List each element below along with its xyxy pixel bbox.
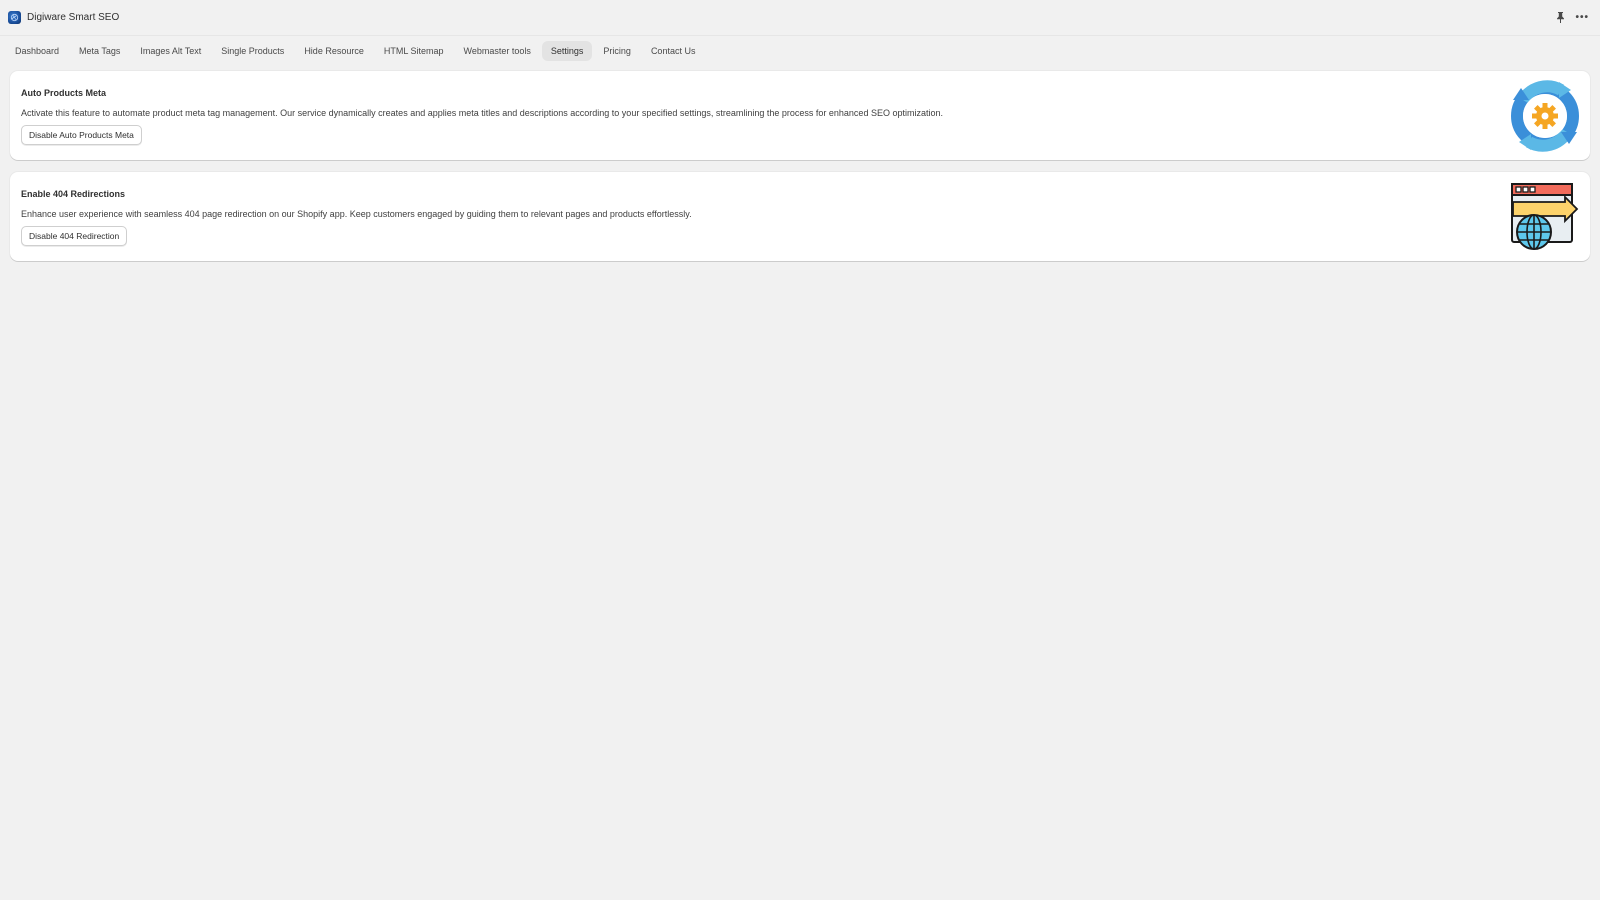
404-redirections-card: Enable 404 Redirections Enhance user exp… bbox=[10, 172, 1590, 261]
tab-settings[interactable]: Settings bbox=[541, 41, 593, 61]
card-description: Enhance user experience with seamless 40… bbox=[21, 209, 692, 219]
tab-hide-resource[interactable]: Hide Resource bbox=[295, 41, 373, 61]
more-icon[interactable]: ••• bbox=[1575, 12, 1589, 23]
app-title: Digiware Smart SEO bbox=[27, 12, 120, 23]
tab-contact-us[interactable]: Contact Us bbox=[642, 41, 705, 61]
tab-html-sitemap[interactable]: HTML Sitemap bbox=[375, 41, 453, 61]
nav-tabs: Dashboard Meta Tags Images Alt Text Sing… bbox=[0, 36, 1600, 66]
card-title: Enable 404 Redirections bbox=[21, 189, 126, 199]
pin-icon[interactable] bbox=[1556, 12, 1565, 23]
card-description: Activate this feature to automate produc… bbox=[21, 108, 943, 118]
card-title: Auto Products Meta bbox=[21, 88, 107, 98]
tab-meta-tags[interactable]: Meta Tags bbox=[70, 41, 129, 61]
tab-webmaster-tools[interactable]: Webmaster tools bbox=[455, 41, 540, 61]
tab-single-products[interactable]: Single Products bbox=[212, 41, 293, 61]
tab-dashboard[interactable]: Dashboard bbox=[6, 41, 68, 61]
browser-redirect-globe-icon bbox=[1509, 181, 1581, 253]
sync-gear-icon bbox=[1509, 80, 1581, 152]
app-logo-icon bbox=[8, 11, 21, 24]
tab-images-alt-text[interactable]: Images Alt Text bbox=[131, 41, 210, 61]
disable-404-redirection-button[interactable]: Disable 404 Redirection bbox=[21, 226, 128, 246]
tab-pricing[interactable]: Pricing bbox=[594, 41, 640, 61]
disable-auto-products-meta-button[interactable]: Disable Auto Products Meta bbox=[21, 125, 142, 145]
auto-products-meta-card: Auto Products Meta Activate this feature… bbox=[10, 71, 1590, 160]
app-header: Digiware Smart SEO ••• bbox=[0, 0, 1600, 36]
